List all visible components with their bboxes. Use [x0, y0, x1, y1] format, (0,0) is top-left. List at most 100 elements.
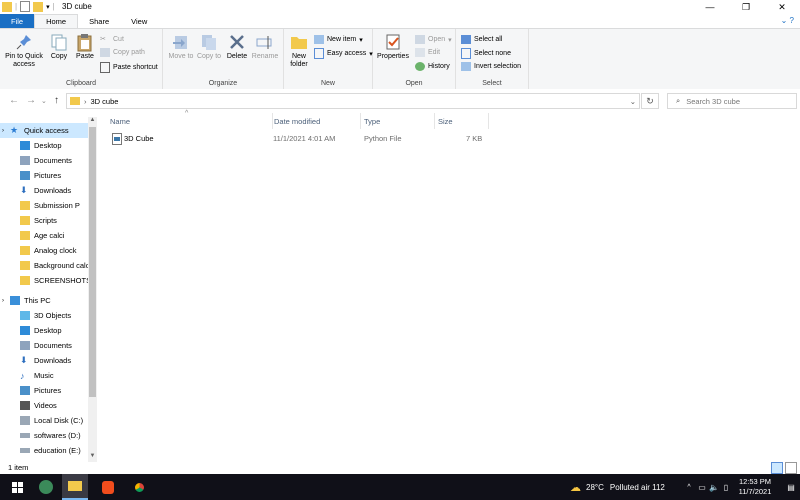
- large-icons-view-button[interactable]: [785, 462, 797, 474]
- new-folder-button[interactable]: New folder: [286, 33, 312, 69]
- tab-view[interactable]: View: [120, 14, 158, 28]
- taskbar-brave[interactable]: [96, 474, 120, 500]
- tab-file[interactable]: File: [0, 14, 35, 28]
- delete-button[interactable]: Delete: [225, 33, 249, 61]
- nav-label: Local Disk (C:): [34, 416, 84, 425]
- refresh-button[interactable]: ↻: [641, 93, 659, 109]
- nav-item-documents[interactable]: Documents📌: [0, 153, 98, 168]
- new-item-button[interactable]: New item ▾: [314, 35, 363, 44]
- nav-item-age-calci[interactable]: Age calci: [0, 228, 98, 243]
- back-button[interactable]: ←: [9, 95, 19, 106]
- network-icon[interactable]: ▭: [697, 474, 707, 500]
- rename-button[interactable]: Rename: [251, 33, 279, 61]
- column-header-size[interactable]: Size: [434, 113, 489, 129]
- nav-item-videos[interactable]: Videos: [0, 398, 98, 413]
- nav-item-submission[interactable]: Submission P📌: [0, 198, 98, 213]
- chevron-right-icon: ›: [2, 297, 4, 304]
- nav-item-desktop[interactable]: Desktop📌: [0, 138, 98, 153]
- nav-item-screenshots[interactable]: SCREENSHOTS: [0, 273, 98, 288]
- edit-button[interactable]: Edit: [415, 48, 440, 57]
- pin-to-quick-access-button[interactable]: Pin to Quick access: [3, 33, 45, 69]
- quick-access-toolbar: | ▾ |: [2, 1, 55, 12]
- volume-icon[interactable]: 🔈: [709, 474, 719, 500]
- forward-button[interactable]: →: [26, 95, 36, 106]
- notification-icon[interactable]: ▤: [784, 474, 798, 500]
- properties-icon[interactable]: [20, 1, 31, 12]
- search-input[interactable]: ⌕ Search 3D cube: [667, 93, 797, 109]
- nav-item-analog-clock[interactable]: Analog clock: [0, 243, 98, 258]
- copy-button[interactable]: Copy: [48, 33, 70, 61]
- history-button[interactable]: History: [415, 62, 450, 71]
- weather-widget[interactable]: ☁ 28°C Polluted air 112: [570, 474, 680, 500]
- desktop-icon: [20, 326, 30, 335]
- up-button[interactable]: ↑: [54, 95, 59, 106]
- nav-this-pc[interactable]: › This PC: [0, 293, 88, 308]
- nav-item-pc-desktop[interactable]: Desktop: [0, 323, 98, 338]
- details-view-button[interactable]: [771, 462, 783, 474]
- chevron-down-icon[interactable]: ▾: [46, 3, 50, 11]
- column-header-type[interactable]: Type: [360, 113, 435, 129]
- nav-item-softwares-d[interactable]: softwares (D:): [0, 428, 98, 443]
- scrollbar-thumb[interactable]: [89, 127, 96, 397]
- column-size-label: Size: [438, 116, 453, 126]
- breadcrumb[interactable]: 3D cube: [91, 97, 119, 106]
- paste-shortcut-button[interactable]: Paste shortcut: [100, 62, 158, 73]
- select-all-button[interactable]: Select all: [461, 35, 502, 44]
- nav-item-local-disk-c[interactable]: Local Disk (C:): [0, 413, 98, 428]
- scroll-up-icon[interactable]: ▲: [88, 117, 97, 126]
- expand-ribbon-icon[interactable]: ⌄ ?: [781, 16, 794, 25]
- folder-icon: [2, 1, 12, 12]
- move-to-button[interactable]: Move to: [168, 33, 194, 61]
- new-folder-icon[interactable]: [33, 1, 44, 12]
- copy-path-button[interactable]: Copy path: [100, 48, 145, 57]
- nav-item-3d-objects[interactable]: 3D Objects: [0, 308, 98, 323]
- select-none-icon: [461, 48, 471, 59]
- nav-item-scripts[interactable]: Scripts📌: [0, 213, 98, 228]
- close-button[interactable]: ✕: [764, 0, 800, 14]
- tab-share[interactable]: Share: [78, 14, 120, 28]
- nav-scrollbar[interactable]: ▲ ▼: [88, 117, 97, 462]
- tab-home[interactable]: Home: [34, 14, 79, 28]
- paste-button[interactable]: Paste: [73, 33, 97, 61]
- taskbar-app-icon[interactable]: [34, 474, 58, 500]
- weather-temperature: 28°C: [586, 482, 604, 492]
- nav-item-pc-documents[interactable]: Documents: [0, 338, 98, 353]
- nav-item-pc-pictures[interactable]: Pictures: [0, 383, 98, 398]
- address-input[interactable]: › 3D cube ⌄: [66, 93, 640, 109]
- file-name[interactable]: 3D Cube: [124, 134, 154, 143]
- open-button[interactable]: Open ▾: [415, 35, 452, 44]
- column-header-date[interactable]: Date modified: [270, 113, 361, 129]
- copy-to-button[interactable]: Copy to: [196, 33, 222, 61]
- clock[interactable]: 12:53 PM 11/7/2021: [727, 474, 783, 500]
- minimize-button[interactable]: —: [692, 0, 728, 14]
- organize-group: Move to Copy to Delete Rename Organize: [163, 29, 284, 89]
- new-group: New folder New item ▾ Easy access ▾ New: [284, 29, 373, 89]
- maximize-button[interactable]: ❐: [728, 0, 764, 14]
- taskbar-file-explorer[interactable]: [62, 474, 88, 500]
- taskbar-chrome[interactable]: [127, 474, 151, 500]
- column-header-name[interactable]: Name: [106, 113, 273, 129]
- show-hidden-icons[interactable]: ^: [684, 474, 694, 500]
- download-icon: ⬇: [20, 355, 28, 365]
- properties-button[interactable]: Properties: [375, 33, 411, 61]
- chevron-down-icon[interactable]: ⌄: [630, 97, 636, 106]
- rename-label: Rename: [251, 53, 279, 60]
- nav-item-pictures[interactable]: Pictures📌: [0, 168, 98, 183]
- recent-locations-button[interactable]: ⌄: [41, 97, 47, 105]
- nav-item-music[interactable]: ♪ Music: [0, 368, 98, 383]
- table-row[interactable]: 3D Cube 11/1/2021 4:01 AM Python File 7 …: [106, 131, 486, 146]
- start-button[interactable]: [6, 474, 28, 500]
- select-none-button[interactable]: Select none: [461, 48, 511, 59]
- python-file-icon: [112, 133, 122, 145]
- nav-item-background-calc[interactable]: Background calc: [0, 258, 98, 273]
- cut-button[interactable]: ✂ Cut: [100, 35, 124, 44]
- invert-selection-button[interactable]: Invert selection: [461, 62, 521, 71]
- nav-item-education-e[interactable]: education (E:): [0, 443, 98, 458]
- easy-access-button[interactable]: Easy access ▾: [314, 48, 373, 59]
- drive-icon: [20, 416, 30, 425]
- nav-item-pc-downloads[interactable]: ⬇ Downloads: [0, 353, 98, 368]
- nav-quick-access[interactable]: › ★ Quick access: [0, 123, 88, 138]
- nav-item-downloads[interactable]: ⬇Downloads📌: [0, 183, 98, 198]
- delete-icon: [228, 33, 246, 51]
- scroll-down-icon[interactable]: ▼: [88, 453, 97, 462]
